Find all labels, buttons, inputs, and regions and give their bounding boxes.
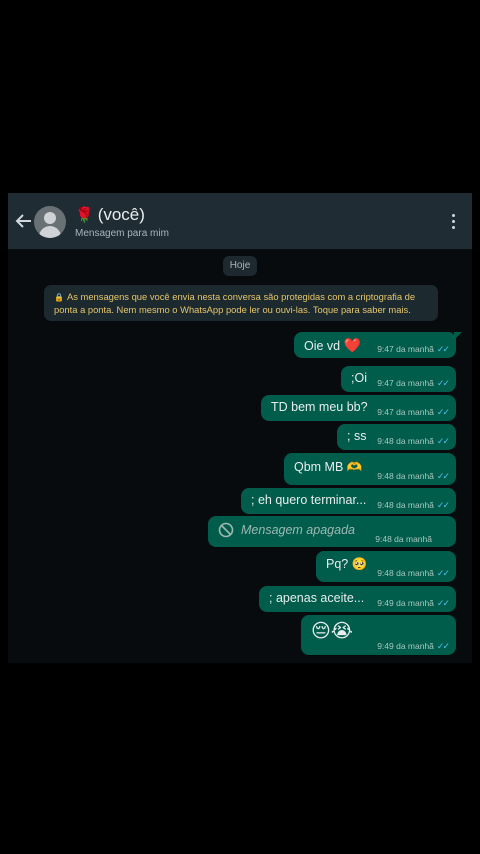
read-receipt-icon: ✓✓ (436, 500, 450, 510)
message-text: ; ss (347, 429, 367, 443)
read-receipt-icon: ✓✓ (436, 378, 450, 388)
message-bubble[interactable]: 😔😭 9:49 da manhã ✓✓ (301, 615, 456, 655)
message-bubble[interactable]: Pq? 🥺 9:48 da manhã ✓✓ (316, 551, 456, 582)
message-text: Qbm MB (294, 460, 344, 474)
rose-emoji-icon: 🌹 (75, 207, 94, 224)
message-time: 9:47 da manhã (377, 407, 434, 417)
chat-window: 🌹 (você) Mensagem para mim Hoje 🔒 As mensa… (8, 193, 472, 663)
read-receipt-icon: ✓✓ (436, 407, 450, 417)
message-time: 9:49 da manhã (377, 641, 434, 651)
message-time: 9:48 da manhã (377, 568, 434, 578)
read-receipt-icon: ✓✓ (436, 436, 450, 446)
message-text: ; apenas aceite... (269, 591, 365, 605)
pleading-face-emoji: 🥺 (351, 557, 368, 571)
message-time: 9:48 da manhã (375, 534, 432, 544)
contact-subtitle: Mensagem para mim (75, 228, 169, 239)
message-bubble[interactable]: ; apenas aceite... 9:49 da manhã ✓✓ (259, 586, 456, 612)
read-receipt-icon: ✓✓ (436, 598, 450, 608)
message-text: Pq? (326, 557, 349, 571)
message-text: TD bem meu bb? (271, 400, 368, 414)
read-receipt-icon: ✓✓ (436, 344, 450, 354)
avatar[interactable] (34, 206, 66, 238)
read-receipt-icon: ✓✓ (436, 568, 450, 578)
date-divider: Hoje (223, 256, 257, 276)
message-bubble[interactable]: ; eh quero terminar... 9:48 da manhã ✓✓ (241, 488, 456, 514)
message-time: 9:47 da manhã (377, 378, 434, 388)
more-options-icon[interactable] (452, 214, 456, 230)
heart-emoji: ❤️ (343, 337, 362, 353)
contact-name[interactable]: 🌹 (você) (75, 205, 145, 225)
back-arrow-icon[interactable] (14, 211, 34, 231)
prohibited-icon (218, 522, 234, 538)
emoji-message: 😔😭 (311, 621, 354, 642)
encryption-notice-text: As mensagens que você envia nesta conver… (54, 291, 416, 315)
message-bubble[interactable]: ;Oi 9:47 da manhã ✓✓ (341, 366, 456, 392)
deleted-message-bubble[interactable]: Mensagem apagada 9:48 da manhã (208, 516, 456, 547)
message-time: 9:48 da manhã (377, 436, 434, 446)
message-text: ;Oi (351, 371, 367, 385)
message-time: 9:47 da manhã (377, 344, 434, 354)
contact-name-text: (você) (97, 205, 145, 224)
lock-icon: 🔒 (54, 293, 64, 302)
message-text: ; eh quero terminar... (251, 493, 367, 507)
encryption-notice[interactable]: 🔒 As mensagens que você envia nesta conve… (44, 285, 438, 321)
message-text: Oie vd (304, 339, 341, 353)
heart-hands-emoji: 🫶 (346, 460, 363, 474)
message-text: Mensagem apagada (241, 523, 355, 537)
message-bubble[interactable]: TD bem meu bb? 9:47 da manhã ✓✓ (261, 395, 456, 421)
message-bubble[interactable]: ; ss 9:48 da manhã ✓✓ (337, 424, 456, 450)
message-time: 9:49 da manhã (377, 598, 434, 608)
chat-header: 🌹 (você) Mensagem para mim (8, 193, 472, 249)
message-time: 9:48 da manhã (377, 471, 434, 481)
message-bubble[interactable]: Qbm MB 🫶 9:48 da manhã ✓✓ (284, 453, 456, 485)
message-time: 9:48 da manhã (377, 500, 434, 510)
read-receipt-icon: ✓✓ (436, 641, 450, 651)
message-bubble[interactable]: Oie vd ❤️ 9:47 da manhã ✓✓ (294, 332, 462, 358)
read-receipt-icon: ✓✓ (436, 471, 450, 481)
